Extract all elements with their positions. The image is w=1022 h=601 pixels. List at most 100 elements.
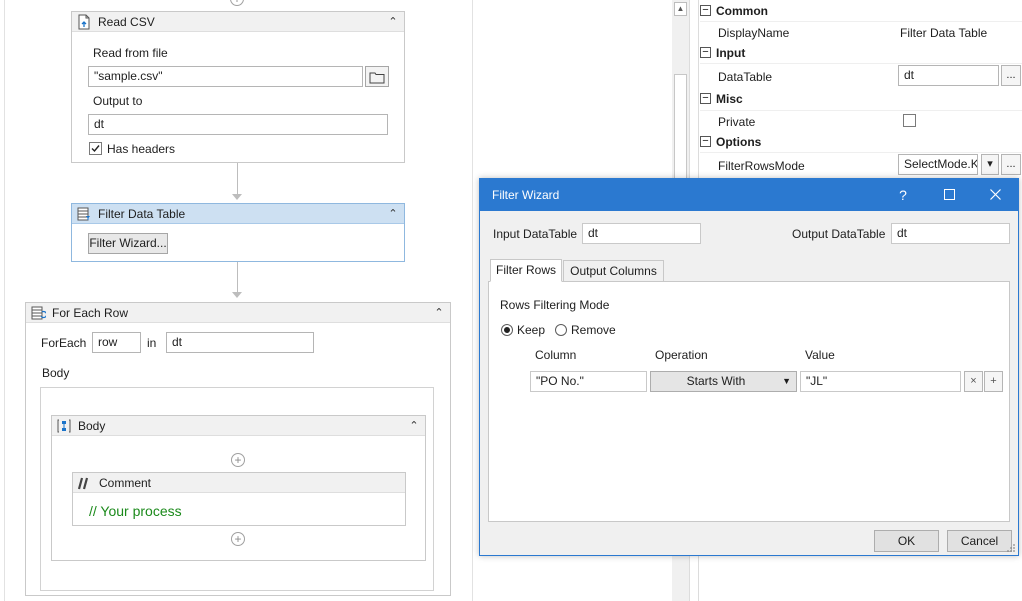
collapse-icon[interactable]: ⌃︎ [407, 419, 421, 433]
has-headers-checkbox[interactable] [89, 142, 102, 155]
sequence-icon [57, 419, 71, 432]
category-misc[interactable]: − Misc [700, 89, 1022, 109]
keep-radio[interactable] [501, 324, 513, 336]
tab-output-columns[interactable]: Output Columns [563, 260, 664, 282]
foreach-item-input[interactable]: row [92, 332, 141, 353]
collapse-category-icon[interactable]: − [700, 47, 711, 58]
dialog-title-bar[interactable]: Filter Wizard ? [480, 179, 1018, 211]
filter-wizard-dialog[interactable]: Filter Wizard ? Input DataTable dt Outpu… [479, 178, 1019, 556]
browse-folder-button[interactable] [365, 66, 389, 87]
read-csv-icon [78, 14, 90, 29]
collapse-icon[interactable]: ⌃︎ [386, 207, 400, 221]
property-displayname[interactable]: DisplayName Filter Data Table [700, 21, 1022, 43]
add-row-button[interactable]: + [984, 371, 1003, 392]
comment-activity[interactable]: Comment // Your process [72, 472, 406, 526]
filter-column-input[interactable]: "PO No." [530, 371, 647, 392]
remove-radio[interactable] [555, 324, 567, 336]
foreach-collection-input[interactable]: dt [166, 332, 314, 353]
category-options[interactable]: − Options [700, 132, 1022, 152]
output-to-input[interactable]: dt [88, 114, 388, 135]
remove-row-button[interactable]: × [964, 371, 983, 392]
cancel-button[interactable]: Cancel [947, 530, 1012, 552]
tab-filter-rows[interactable]: Filter Rows [490, 259, 562, 282]
category-common[interactable]: − Common [700, 1, 1022, 21]
collapse-icon[interactable]: ⌃︎ [432, 306, 446, 320]
property-value[interactable]: Filter Data Table [900, 26, 987, 40]
property-datatable[interactable]: DataTable dt ... [700, 63, 1022, 88]
private-checkbox[interactable] [903, 114, 916, 127]
close-icon [989, 189, 1001, 200]
read-csv-header[interactable]: Read CSV ⌃︎ [72, 12, 404, 32]
canvas-right-border [472, 0, 473, 601]
comment-text[interactable]: // Your process [89, 503, 182, 519]
scroll-up-icon[interactable]: ▲ [674, 2, 687, 16]
resize-grip-icon[interactable] [1006, 543, 1016, 553]
file-path-input[interactable]: "sample.csv" [88, 66, 363, 87]
filter-data-table-header[interactable]: Filter Data Table ⌃︎ [72, 204, 404, 224]
category-options-label: Options [716, 135, 762, 149]
body-label: Body [42, 366, 70, 380]
property-private[interactable]: Private [700, 110, 1022, 132]
filter-operation-select[interactable]: Starts With ▼ [650, 371, 797, 392]
read-csv-title: Read CSV [98, 14, 155, 29]
collapse-icon[interactable]: ⌃︎ [386, 15, 400, 29]
filter-data-table-title: Filter Data Table [98, 206, 186, 221]
scrollbar-thumb[interactable] [674, 74, 687, 194]
filter-value-input[interactable]: "JL" [800, 371, 961, 392]
comment-header[interactable]: Comment [73, 473, 405, 493]
collapse-category-icon[interactable]: − [700, 93, 711, 104]
collapse-category-icon[interactable]: − [700, 136, 711, 147]
body-sequence-header[interactable]: Body ⌃︎ [52, 416, 425, 436]
in-label: in [147, 336, 157, 350]
connector-arrow-icon [232, 292, 242, 298]
property-name: DataTable [718, 70, 773, 84]
maximize-button[interactable] [926, 179, 972, 211]
property-filterrowsmode[interactable]: FilterRowsMode SelectMode.K ▾ ... [700, 152, 1022, 177]
property-name: FilterRowsMode [718, 159, 805, 173]
ellipsis-button[interactable]: ... [1001, 154, 1021, 175]
filter-rows-panel: Rows Filtering Mode Keep Remove Column O… [488, 281, 1010, 522]
comment-title: Comment [99, 475, 152, 490]
ellipsis-button[interactable]: ... [1001, 65, 1021, 86]
collapse-category-icon[interactable]: − [700, 5, 711, 16]
output-datatable-field[interactable]: dt [891, 223, 1010, 244]
output-datatable-label: Output DataTable [792, 227, 886, 241]
for-each-row-activity[interactable]: For Each Row ⌃︎ ForEach row in dt Body B… [25, 302, 451, 596]
input-datatable-label: Input DataTable [493, 227, 578, 241]
category-common-label: Common [716, 4, 768, 18]
category-misc-label: Misc [716, 92, 743, 106]
operation-header: Operation [655, 348, 708, 362]
connector-line [237, 262, 238, 293]
keep-label: Keep [517, 323, 546, 337]
filter-operation-value: Starts With [686, 374, 746, 388]
body-sequence-title: Body [78, 418, 106, 433]
ok-button[interactable]: OK [874, 530, 939, 552]
input-datatable-field[interactable]: dt [582, 223, 701, 244]
has-headers-label: Has headers [107, 142, 176, 156]
datatable-input[interactable]: dt [898, 65, 999, 86]
close-button[interactable] [972, 179, 1018, 211]
connector-line [237, 163, 238, 195]
filter-wizard-button[interactable]: Filter Wizard... [88, 233, 168, 254]
help-button[interactable]: ? [880, 179, 926, 211]
value-header: Value [805, 348, 835, 362]
property-name: Private [718, 115, 756, 129]
checkmark-icon [91, 145, 100, 153]
filter-data-table-activity[interactable]: Filter Data Table ⌃︎ Filter Wizard... [71, 203, 405, 262]
for-each-row-header[interactable]: For Each Row ⌃︎ [26, 303, 450, 323]
canvas-left-border [4, 0, 5, 601]
read-from-label: Read from file [93, 46, 168, 60]
add-activity-icon[interactable]: + [231, 532, 245, 546]
dropdown-arrow-icon[interactable]: ▾ [981, 154, 999, 175]
remove-icon: × [970, 375, 977, 387]
for-each-row-title: For Each Row [52, 305, 129, 320]
category-input[interactable]: − Input [700, 43, 1022, 63]
output-to-label: Output to [93, 94, 143, 108]
body-sequence-activity[interactable]: Body ⌃︎ + Comment // Your process + [51, 415, 426, 561]
read-csv-activity[interactable]: Read CSV ⌃︎ Read from file "sample.csv" … [71, 11, 405, 163]
filter-rows-mode-input[interactable]: SelectMode.K [898, 154, 978, 175]
folder-icon [369, 72, 385, 84]
add-activity-icon[interactable]: + [231, 453, 245, 467]
dropdown-arrow-icon: ▼ [782, 376, 791, 386]
body-container[interactable]: Body ⌃︎ + Comment // Your process + [40, 387, 434, 591]
